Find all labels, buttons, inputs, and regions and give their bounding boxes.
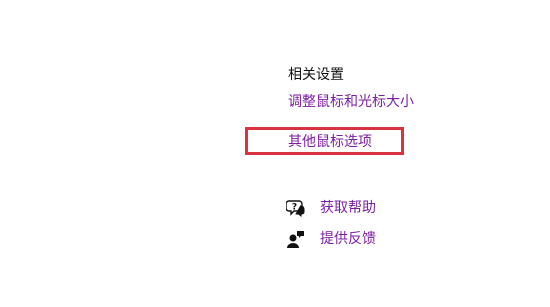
get-help-row[interactable]: ? 获取帮助 (285, 197, 376, 219)
feedback-row[interactable]: 提供反馈 (286, 228, 376, 250)
feedback-link[interactable]: 提供反馈 (320, 230, 376, 248)
adjust-pointer-size-link[interactable]: 调整鼠标和光标大小 (288, 93, 414, 111)
feedback-person-icon (286, 229, 306, 249)
other-mouse-options-link[interactable]: 其他鼠标选项 (288, 133, 372, 151)
settings-page: 相关设置 调整鼠标和光标大小 其他鼠标选项 ? 获取帮助 提供反馈 (0, 0, 550, 307)
svg-text:?: ? (292, 203, 297, 213)
get-help-link[interactable]: 获取帮助 (320, 199, 376, 217)
related-settings-heading: 相关设置 (288, 67, 344, 83)
chat-help-icon: ? (285, 198, 306, 218)
